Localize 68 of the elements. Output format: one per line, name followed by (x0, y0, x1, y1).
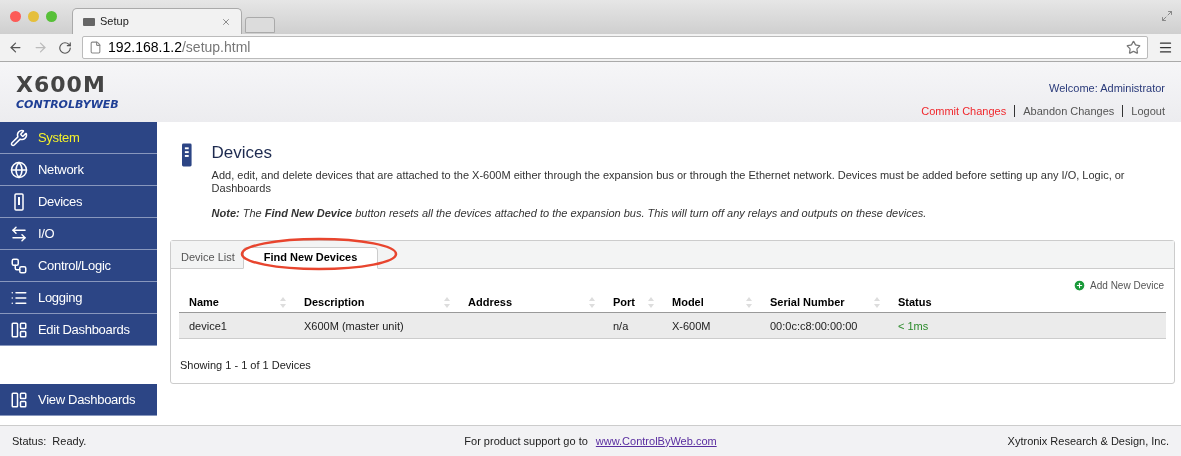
arrows-icon (10, 224, 28, 243)
sort-icon[interactable] (648, 296, 654, 308)
support-link[interactable]: www.ControlByWeb.com (595, 432, 717, 450)
sort-icon[interactable] (746, 296, 752, 308)
globe-icon (10, 160, 28, 179)
column-header[interactable]: Model (672, 293, 704, 311)
wrench-icon (10, 128, 28, 147)
table-cell: 00:0c:c8:00:00:00 (770, 320, 858, 332)
note-text: Note: The Find New Device button resets all the devices attached to the expansion bus. This will turn off any relays and outputs on these devices. (211, 206, 928, 221)
column-header[interactable]: Name (189, 293, 219, 311)
dashboard-icon (10, 320, 28, 339)
sidebar-item[interactable]: Devices (0, 186, 157, 218)
table-cell: X-600M (672, 320, 711, 332)
welcome-text: Welcome: Administrator (1049, 81, 1165, 96)
panel-tab[interactable]: Device List (179, 246, 237, 269)
browser-tab[interactable]: Setup (72, 8, 242, 34)
company-text: Xytronix Research & Design, Inc. (1006, 433, 1169, 449)
column-header[interactable]: Status (898, 293, 932, 311)
new-tab-button[interactable] (245, 17, 275, 33)
add-device-button[interactable]: Add New Device (1073, 277, 1164, 293)
close-icon[interactable] (221, 16, 231, 27)
column-header[interactable]: Serial Number (770, 293, 845, 311)
sidebar-item[interactable]: Network (0, 154, 157, 186)
minimize-window-icon[interactable] (28, 11, 39, 22)
header-link[interactable]: Abandon Changes (1023, 102, 1115, 119)
plus-icon (1073, 278, 1087, 292)
column-header[interactable]: Address (468, 293, 513, 311)
forward-icon[interactable] (33, 40, 48, 55)
menu-icon[interactable] (1158, 40, 1173, 55)
sort-icon[interactable] (280, 296, 286, 308)
table-row[interactable]: device1 X600M (master unit) n/a X-600M 00:0c:c8:00:00:00 < 1ms (179, 312, 1166, 339)
page-description: Add, edit, and delete devices that are attached to the X-600M either through the expansion bus or through the Ethernet network. Devices must be added before setting up any I/O, Logic, or Dashboards (211, 169, 1126, 195)
sort-icon[interactable] (444, 296, 450, 308)
sidebar-item[interactable]: View Dashboards (0, 384, 157, 416)
column-header[interactable]: Description (304, 293, 365, 311)
bookmark-star-icon[interactable] (1126, 40, 1141, 55)
address-bar[interactable]: 192.168.1.2/setup.html (82, 36, 1148, 59)
sort-icon[interactable] (589, 296, 595, 308)
back-icon[interactable] (8, 40, 23, 55)
column-header[interactable]: Port (613, 293, 635, 311)
table-footer-text: Showing 1 - 1 of 1 Devices (180, 357, 312, 373)
sidebar-item[interactable]: Logging (0, 282, 157, 314)
table-cell: < 1ms (898, 320, 929, 332)
table-cell: device1 (189, 320, 227, 332)
header-link[interactable]: Commit Changes (921, 102, 1007, 119)
header-link[interactable]: Logout (1131, 102, 1165, 119)
table-cell: n/a (613, 320, 629, 332)
sidebar-item[interactable]: System (0, 122, 157, 154)
logo-title: X600M (16, 74, 107, 96)
status-text: Status: Ready. (12, 433, 88, 449)
reload-icon[interactable] (58, 40, 72, 55)
panel-tab[interactable]: Find New Devices (242, 246, 379, 269)
page-icon (89, 41, 102, 54)
zoom-window-icon[interactable] (46, 11, 57, 22)
logo-subtitle: CONTROLBYWEB (16, 99, 119, 110)
dashboard-icon (10, 390, 28, 409)
sidebar-item[interactable]: I/O (0, 218, 157, 250)
site-icon (83, 17, 95, 26)
sidebar-item[interactable]: Control/Logic (0, 250, 157, 282)
flowchart-icon (10, 256, 28, 275)
sidebar-item[interactable]: Edit Dashboards (0, 314, 157, 346)
page-title: Devices (211, 142, 274, 164)
sort-icon[interactable] (874, 296, 880, 308)
device-icon (182, 143, 192, 167)
close-window-icon[interactable] (10, 11, 21, 22)
table-cell: X600M (master unit) (304, 320, 404, 332)
support-text: For product support go to (464, 433, 588, 449)
fullscreen-icon[interactable] (1161, 10, 1173, 22)
